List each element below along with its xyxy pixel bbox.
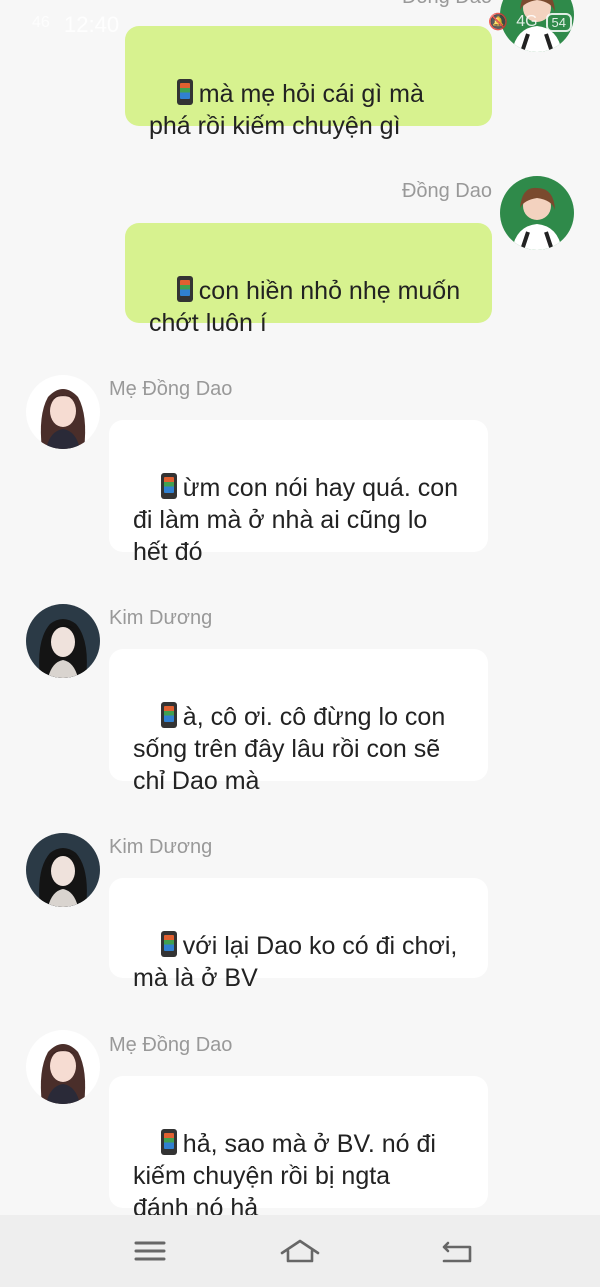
message-bubble[interactable]: con hiền nhỏ nhẹ muốn chớt luôn í (125, 223, 492, 337)
back-icon[interactable] (436, 1233, 476, 1269)
message-text: con hiền nhỏ nhẹ muốn chớt luôn í (149, 277, 461, 337)
message-bubble[interactable]: hả, sao mà ở BV. nó đi kiếm chuyện rồi b… (109, 1076, 488, 1215)
avatar-dong-dao[interactable] (500, 176, 574, 250)
message-text: ừm con nói hay quá. con đi làm mà ở nhà … (133, 474, 459, 566)
message-text: à, cô ơi. cô đừng lo con sống trên đây l… (133, 703, 446, 795)
sender-name: Kim Dương (109, 607, 213, 629)
phone-icon (160, 931, 177, 957)
phone-icon (176, 79, 193, 105)
message-text: hả, sao mà ở BV. nó đi kiếm chuyện rồi b… (133, 1130, 436, 1215)
message-bubble[interactable]: với lại Dao ko có đi chơi, mà là ở BV (109, 878, 488, 992)
sender-name: Đồng Dao (402, 0, 492, 9)
phone-icon (160, 473, 177, 499)
avatar-kim-duong[interactable] (26, 604, 100, 678)
message-bubble[interactable]: ừm con nói hay quá. con đi làm mà ở nhà … (109, 420, 488, 566)
avatar-kim-duong[interactable] (26, 833, 100, 907)
chat-area[interactable]: Đồng Dao mà mẹ hỏi cái gì mà phá rồi kiế… (0, 0, 600, 1215)
message-text: với lại Dao ko có đi chơi, mà là ở BV (133, 932, 458, 992)
sender-name: Mẹ Đồng Dao (109, 378, 233, 400)
navigation-bar (0, 1215, 600, 1287)
phone-icon (160, 702, 177, 728)
avatar-me-dong-dao[interactable] (26, 375, 100, 449)
sender-name: Đồng Dao (401, 180, 492, 202)
avatar-me-dong-dao[interactable] (26, 1030, 100, 1104)
avatar-dong-dao[interactable] (500, 0, 574, 52)
sender-name: Kim Dương (109, 836, 213, 858)
menu-icon[interactable] (130, 1233, 170, 1269)
message-bubble[interactable]: à, cô ơi. cô đừng lo con sống trên đây l… (109, 649, 488, 795)
phone-icon (160, 1129, 177, 1155)
phone-icon (176, 276, 193, 302)
message-bubble[interactable]: mà mẹ hỏi cái gì mà phá rồi kiếm chuyện … (125, 26, 492, 140)
home-icon[interactable] (280, 1233, 320, 1269)
sender-name: Mẹ Đồng Dao (109, 1034, 233, 1056)
